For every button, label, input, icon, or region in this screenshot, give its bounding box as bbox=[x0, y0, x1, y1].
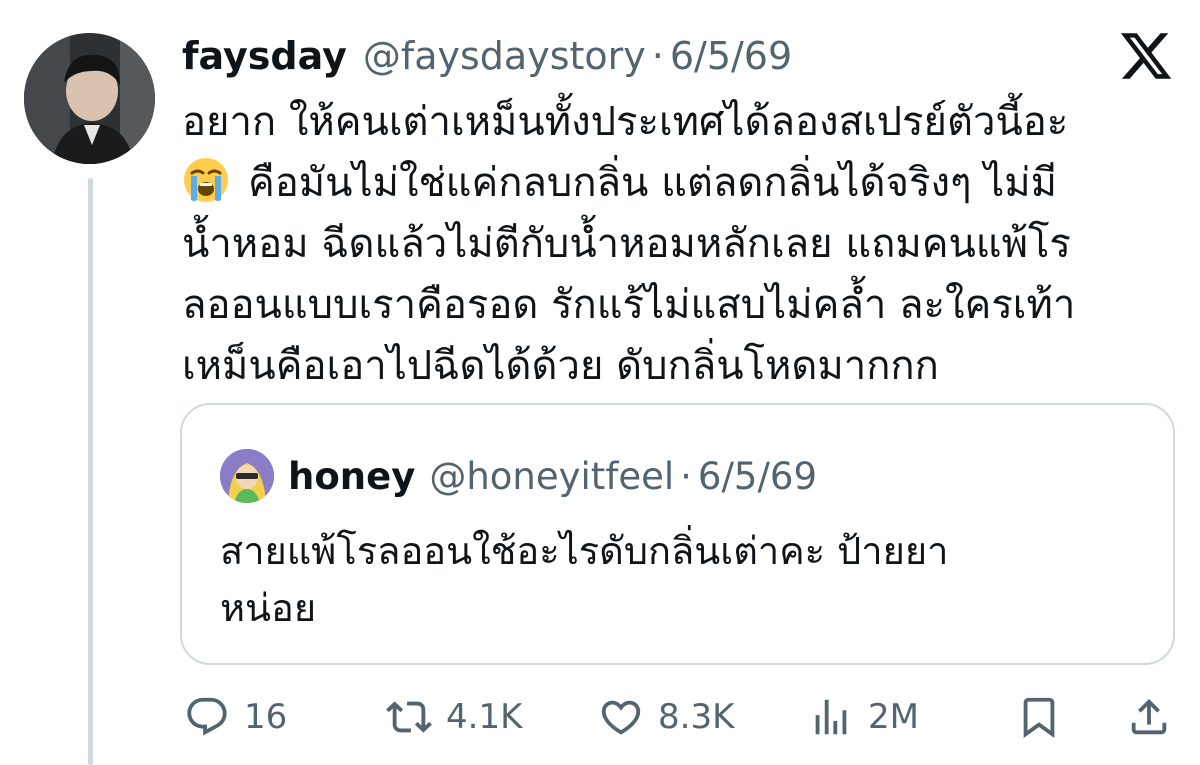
reply-button[interactable]: 16 bbox=[184, 688, 287, 746]
tweet-text: อยาก ให้คนเต่าเหม็นทั้งประเทศได้ลองสเปรย… bbox=[182, 92, 1172, 397]
like-icon bbox=[601, 700, 641, 735]
bookmark-icon bbox=[1023, 697, 1055, 738]
quote-header: honey @honeyitfeel · 6/5/69 bbox=[288, 447, 817, 505]
bookmark-button[interactable] bbox=[1016, 688, 1062, 746]
quote-text-line: หน่อย bbox=[220, 586, 317, 630]
tweet-text-line: คือมันไม่ใช่แค่กลบกลิ่น แต่ลดกลิ่นได้จริ… bbox=[182, 153, 1172, 214]
views-count: 2M bbox=[868, 697, 919, 737]
views-button[interactable]: 2M bbox=[808, 688, 919, 746]
quote-text: สายแพ้โรลออนใช้อะไรดับกลิ่นเต่าคะ ป้ายยา… bbox=[220, 523, 1120, 637]
reply-count: 16 bbox=[244, 697, 288, 737]
repost-count: 4.1K bbox=[446, 697, 523, 737]
tweet-text-line: เหม็นคือเอาไปฉีดได้ด้วย ดับกลิ่นโหดมากกก bbox=[182, 343, 939, 389]
quote-author-name[interactable]: honey bbox=[288, 455, 415, 498]
share-icon bbox=[1131, 698, 1167, 735]
repost-button[interactable]: 4.1K bbox=[386, 688, 522, 746]
quote-header-separator: · bbox=[680, 454, 692, 498]
tweet-text-line: อยาก ให้คนเต่าเหม็นทั้งประเทศได้ลองสเปรย… bbox=[182, 99, 1069, 145]
author-avatar[interactable] bbox=[24, 33, 155, 164]
quote-author-handle[interactable]: @honeyitfeel bbox=[429, 455, 674, 498]
thread-line bbox=[88, 178, 93, 765]
author-name[interactable]: faysday bbox=[182, 34, 347, 78]
views-icon bbox=[815, 699, 847, 735]
tweet-text-line-2: คือมันไม่ใช่แค่กลบกลิ่น แต่ลดกลิ่นได้จริ… bbox=[248, 160, 1058, 206]
tweet-text-line: ลออนแบบเราคือรอด รักแร้ไม่แสบไม่คล้ำ ละใ… bbox=[182, 282, 1076, 328]
quoted-tweet[interactable]: honey @honeyitfeel · 6/5/69 สายแพ้โรลออน… bbox=[180, 403, 1175, 665]
quote-date[interactable]: 6/5/69 bbox=[698, 455, 817, 498]
tweet-header: faysday @faysdaystory · 6/5/69 bbox=[182, 28, 792, 84]
share-button[interactable] bbox=[1126, 688, 1172, 746]
x-logo-icon bbox=[1118, 28, 1174, 84]
tweet-screenshot: faysday @faysdaystory · 6/5/69 อยาก ให้ค… bbox=[0, 0, 1200, 765]
action-bar: 16 4.1K 8.3K 2M bbox=[180, 688, 1175, 746]
quote-author-avatar[interactable] bbox=[220, 449, 274, 503]
like-button[interactable]: 8.3K bbox=[598, 688, 734, 746]
retweet-icon bbox=[386, 701, 432, 733]
tweet-date[interactable]: 6/5/69 bbox=[670, 34, 792, 78]
header-separator: · bbox=[651, 34, 664, 78]
quote-text-line: สายแพ้โรลออนใช้อะไรดับกลิ่นเต่าคะ ป้ายยา bbox=[220, 529, 949, 573]
loudly-crying-face-icon bbox=[182, 156, 230, 204]
author-handle[interactable]: @faysdaystory bbox=[363, 34, 646, 78]
reply-icon bbox=[187, 697, 227, 736]
tweet-text-line: น้ำหอม ฉีดแล้วไม่ตีกับน้ำหอมหลักเลย แถมค… bbox=[182, 221, 1071, 267]
like-count: 8.3K bbox=[658, 697, 735, 737]
